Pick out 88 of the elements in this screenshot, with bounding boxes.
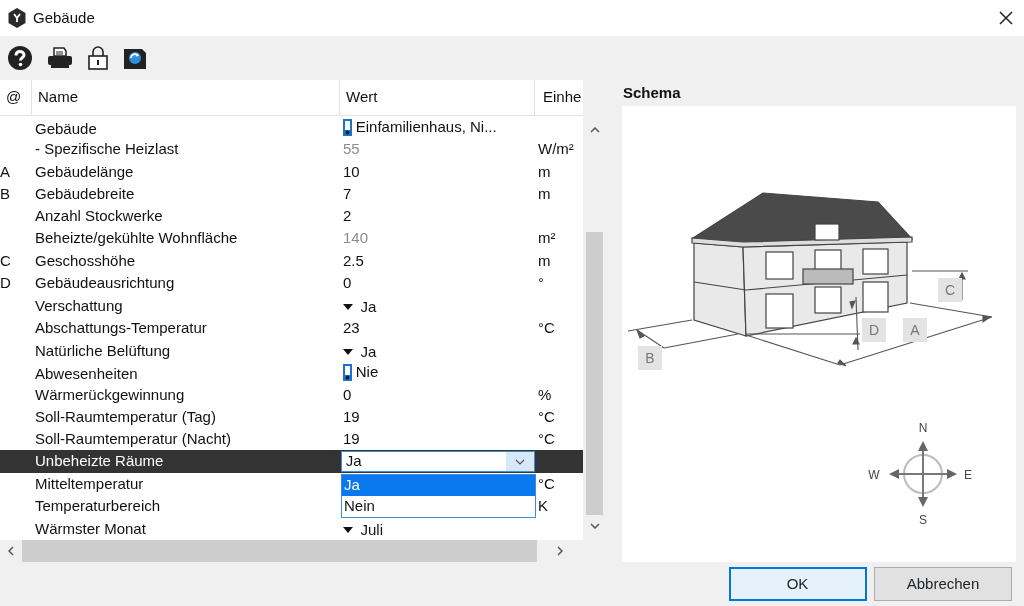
property-name: Abwesenheiten bbox=[34, 364, 139, 385]
panel-title: Schema bbox=[622, 83, 682, 103]
unit-label: °C bbox=[537, 473, 556, 494]
property-value: 19 bbox=[343, 430, 360, 448]
dropdown-triangle-icon[interactable] bbox=[343, 304, 353, 311]
property-name: Temperaturbereich bbox=[34, 496, 162, 517]
dimension-label: B bbox=[638, 346, 662, 370]
scroll-left-icon[interactable] bbox=[8, 546, 14, 556]
property-name: Abschattungs-Temperatur bbox=[34, 317, 208, 338]
unit-label: % bbox=[537, 384, 553, 405]
unit-label: °C bbox=[537, 406, 556, 427]
dropdown-triangle-icon[interactable] bbox=[343, 527, 353, 534]
dimension-marker: C bbox=[0, 250, 12, 271]
dimension-marker: B bbox=[0, 183, 11, 204]
property-value: Juli bbox=[360, 520, 383, 541]
property-name: Wärmster Monat bbox=[34, 519, 147, 540]
dialog-button[interactable]: Abbrechen bbox=[874, 567, 1012, 601]
property-name: - Spezifische Heizlast bbox=[34, 139, 180, 160]
property-value: 55 bbox=[343, 140, 360, 158]
property-name: Gebäudebreite bbox=[34, 183, 136, 204]
column-header[interactable]: Name bbox=[32, 80, 340, 115]
unit-label: m bbox=[537, 250, 552, 271]
property-name: Wärmerückgewinnung bbox=[34, 384, 186, 405]
property-name: Geschosshöhe bbox=[34, 250, 137, 271]
property-name: Soll-Raumtemperatur (Tag) bbox=[34, 406, 217, 427]
unit-label: m² bbox=[537, 228, 557, 249]
property-name: Verschattung bbox=[34, 296, 124, 317]
padlock-icon[interactable] bbox=[87, 46, 108, 70]
property-name: Gebäudelänge bbox=[34, 161, 135, 182]
property-name: Soll-Raumtemperatur (Nacht) bbox=[34, 429, 232, 450]
property-value: 0 bbox=[343, 274, 352, 292]
level-indicator-icon[interactable] bbox=[343, 364, 352, 381]
property-name: Gebäude bbox=[34, 118, 98, 139]
property-value: Ja bbox=[360, 297, 377, 318]
property-value: 19 bbox=[343, 407, 360, 425]
scrollbar-thumb[interactable] bbox=[586, 232, 603, 515]
property-name: Gebäudeausrichtung bbox=[34, 273, 176, 294]
property-value: 7 bbox=[343, 184, 352, 202]
scroll-right-icon[interactable] bbox=[557, 546, 563, 556]
unit-label: W/m² bbox=[537, 139, 575, 160]
dimension-marker: A bbox=[0, 161, 11, 182]
property-value: 2.5 bbox=[343, 251, 364, 269]
dimension-marker: D bbox=[0, 273, 12, 294]
help-icon[interactable] bbox=[7, 46, 32, 70]
property-value: Ja bbox=[360, 341, 377, 362]
dropdown-option[interactable]: Nein bbox=[342, 496, 535, 518]
compass-drawing bbox=[889, 441, 957, 507]
level-indicator-icon[interactable] bbox=[343, 118, 352, 136]
unit-label: °C bbox=[537, 317, 556, 338]
scrollbar-thumb[interactable] bbox=[22, 540, 537, 562]
compass-letter: N bbox=[918, 421, 928, 435]
unit-label: ° bbox=[537, 273, 545, 294]
unit-label: °C bbox=[537, 429, 556, 450]
compass-letter: E bbox=[964, 468, 972, 482]
unit-label: m bbox=[537, 183, 552, 204]
column-header[interactable]: Wert bbox=[340, 80, 535, 115]
property-value: 2 bbox=[343, 207, 352, 225]
unit-label: m bbox=[537, 161, 552, 182]
column-header[interactable]: Einhe bbox=[535, 80, 583, 115]
disk-refresh-icon[interactable] bbox=[122, 46, 147, 70]
property-name: Unbeheizte Räume bbox=[34, 451, 165, 472]
compass-letter: W bbox=[868, 468, 880, 482]
property-value: Einfamilienhaus, Ni... bbox=[355, 117, 497, 137]
unit-label: K bbox=[537, 496, 549, 517]
dimension-label: D bbox=[862, 318, 886, 342]
property-value: 140 bbox=[343, 229, 369, 247]
property-name: Natürliche Belüftung bbox=[34, 340, 172, 361]
dimension-label: A bbox=[903, 318, 927, 342]
app-logo-icon bbox=[7, 8, 26, 28]
property-value: 0 bbox=[343, 385, 352, 403]
property-value: 23 bbox=[343, 318, 360, 336]
chevron-down-icon[interactable] bbox=[515, 458, 525, 465]
property-name: Mitteltemperatur bbox=[34, 473, 145, 494]
compass-letter: S bbox=[919, 513, 927, 527]
dropdown-option[interactable]: Ja bbox=[342, 475, 535, 497]
property-value: 10 bbox=[343, 162, 360, 180]
scroll-up-icon[interactable] bbox=[589, 127, 600, 133]
close-icon[interactable] bbox=[998, 11, 1013, 25]
scroll-down-icon[interactable] bbox=[589, 523, 600, 529]
dimension-label: C bbox=[938, 278, 962, 302]
column-header[interactable]: @ bbox=[0, 80, 32, 115]
property-name: Beheizte/gekühlte Wohnfläche bbox=[34, 228, 239, 249]
window-title: Gebäude bbox=[33, 7, 95, 28]
dropdown-triangle-icon[interactable] bbox=[343, 348, 353, 355]
property-value: Nie bbox=[355, 362, 379, 383]
property-name: Anzahl Stockwerke bbox=[34, 206, 164, 227]
dialog-button[interactable]: OK bbox=[728, 567, 867, 601]
printer-icon[interactable] bbox=[46, 47, 73, 69]
